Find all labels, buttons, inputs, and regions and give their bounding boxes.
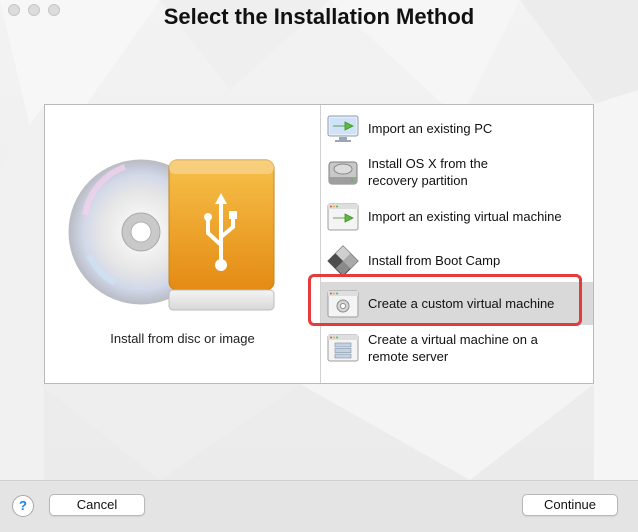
install-from-disc-label: Install from disc or image [110, 331, 255, 346]
installation-options-list: Import an existing PC Install OS X from … [321, 105, 593, 383]
import-vm-icon [327, 203, 359, 230]
help-button[interactable]: ? [12, 495, 34, 517]
option-import-existing-pc[interactable]: Import an existing PC [321, 107, 593, 150]
option-label: Import an existing virtual machine [368, 209, 562, 224]
disc-and-usb-drive-icon [68, 159, 275, 311]
continue-button[interactable]: Continue [522, 494, 618, 516]
page-title: Select the Installation Method [163, 4, 475, 29]
hard-drive-icon [328, 161, 358, 184]
option-import-existing-vm[interactable]: Import an existing virtual machine [321, 195, 593, 238]
installation-method-window: Select the Installation Method Install f… [0, 0, 638, 532]
option-create-vm-remote-server[interactable]: Create a virtual machine on a remote ser… [321, 326, 593, 369]
option-label: Install OS X from the recovery partition [368, 155, 488, 188]
import-pc-icon [327, 115, 359, 142]
installation-panel: Install from disc or image Import an exi… [44, 104, 594, 384]
cancel-button[interactable]: Cancel [49, 494, 145, 516]
remote-server-icon [327, 334, 359, 361]
option-label: Install from Boot Camp [368, 253, 501, 268]
option-label: Import an existing PC [368, 121, 493, 136]
option-label: Create a virtual machine on a remote ser… [368, 331, 538, 364]
install-from-disc-option[interactable]: Install from disc or image [45, 105, 321, 383]
selection-highlight-box [308, 274, 582, 326]
option-install-osx-recovery[interactable]: Install OS X from the recovery partition [321, 150, 593, 193]
boot-camp-icon [327, 244, 359, 277]
